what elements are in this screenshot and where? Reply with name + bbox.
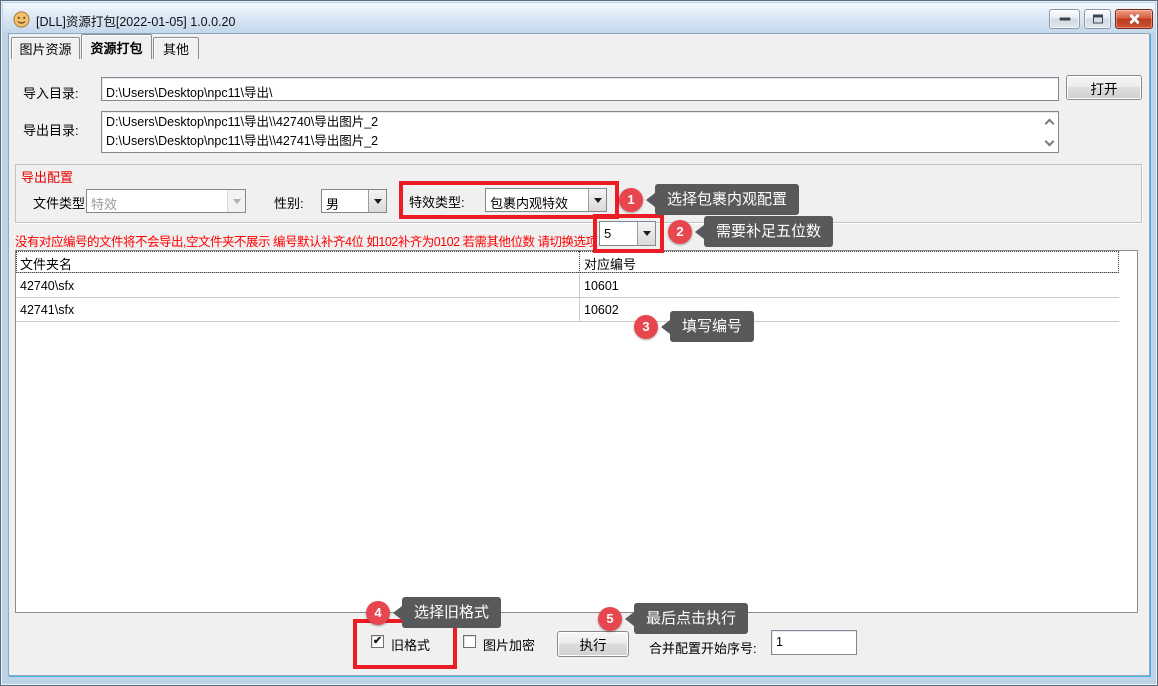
file-type-value: 特效 (87, 190, 227, 212)
title-bar[interactable]: [DLL]资源打包[2022-01-05] 1.0.0.20 (3, 3, 1155, 33)
maximize-button[interactable] (1084, 9, 1111, 29)
effect-type-combobox[interactable]: 包裹内观特效 (485, 188, 607, 212)
export-dir-label: 导出目录: (23, 120, 79, 139)
merge-start-value: 1 (772, 631, 856, 649)
tab-image-resources[interactable]: 图片资源 (11, 37, 80, 59)
file-type-combobox: 特效 (86, 189, 246, 213)
chevron-down-icon (368, 190, 386, 212)
open-button[interactable]: 打开 (1066, 75, 1142, 100)
run-button[interactable]: 执行 (557, 631, 629, 657)
column-header-folder[interactable]: 文件夹名 (16, 251, 580, 273)
tab-label: 资源打包 (90, 38, 142, 57)
chevron-down-icon (637, 222, 655, 245)
close-button[interactable] (1115, 9, 1153, 29)
minimize-button[interactable] (1049, 9, 1080, 29)
old-format-label: 旧格式 (391, 635, 430, 654)
import-dir-value: D:\Users\Desktop\npc11\导出\ (102, 78, 1058, 101)
table-row[interactable]: 42741\sfx 10602 (16, 298, 1119, 322)
import-dir-label: 导入目录: (23, 83, 79, 102)
export-dir-textarea[interactable]: D:\Users\Desktop\npc11\导出\\42740\导出图片_2 … (101, 111, 1059, 153)
effect-type-value: 包裹内观特效 (486, 189, 588, 211)
tab-resource-pack[interactable]: 资源打包 (81, 34, 152, 59)
column-header-code[interactable]: 对应编号 (580, 251, 1119, 273)
open-button-label: 打开 (1091, 78, 1118, 98)
gender-combobox[interactable]: 男 (321, 189, 387, 213)
folder-code-table: 文件夹名 对应编号 42740\sfx 10601 42741\sfx 1060… (15, 250, 1138, 613)
image-encrypt-label: 图片加密 (483, 635, 535, 654)
checkmark-icon: ✔ (373, 635, 382, 647)
old-format-checkbox[interactable]: ✔ (371, 635, 384, 648)
smiley-app-icon (13, 11, 30, 28)
folder-cell: 42740\sfx (16, 274, 580, 298)
tab-other[interactable]: 其他 (153, 37, 199, 59)
chevron-down-icon (588, 189, 606, 211)
table-row[interactable]: 42740\sfx 10601 (16, 274, 1119, 298)
window-title: [DLL]资源打包[2022-01-05] 1.0.0.20 (36, 11, 235, 30)
pad-digits-combobox[interactable]: 5 (599, 221, 656, 246)
export-config-group-label: 导出配置 (21, 167, 73, 186)
tab-label: 其他 (163, 39, 189, 58)
app-window: [DLL]资源打包[2022-01-05] 1.0.0.20 图片资源 资源打包… (0, 0, 1158, 686)
merge-start-input[interactable]: 1 (771, 630, 857, 655)
image-encrypt-checkbox[interactable] (463, 635, 476, 648)
gender-label: 性别: (274, 193, 304, 212)
folder-cell: 42741\sfx (16, 298, 580, 322)
run-button-label: 执行 (580, 634, 607, 654)
code-cell: 10602 (580, 298, 1119, 322)
file-type-label: 文件类型: (33, 193, 89, 212)
gender-value: 男 (322, 190, 368, 212)
import-dir-input[interactable]: D:\Users\Desktop\npc11\导出\ (101, 77, 1059, 101)
export-dir-line: D:\Users\Desktop\npc11\导出\\42741\导出图片_2 (106, 132, 1036, 151)
close-icon (1128, 13, 1140, 25)
table-header-row: 文件夹名 对应编号 (16, 251, 1119, 273)
chevron-down-icon (227, 190, 245, 212)
minimize-icon (1059, 18, 1070, 21)
export-dir-line: D:\Users\Desktop\npc11\导出\\42740\导出图片_2 (106, 113, 1036, 132)
effect-type-label: 特效类型: (409, 192, 465, 211)
merge-start-label: 合并配置开始序号: (649, 638, 757, 657)
notice-text: 没有对应编号的文件将不会导出,空文件夹不展示 编号默认补齐4位 如102补齐为0… (15, 231, 597, 250)
tab-label: 图片资源 (19, 39, 71, 58)
pad-digits-value: 5 (600, 222, 637, 245)
maximize-icon (1093, 15, 1103, 24)
code-cell: 10601 (580, 274, 1119, 298)
